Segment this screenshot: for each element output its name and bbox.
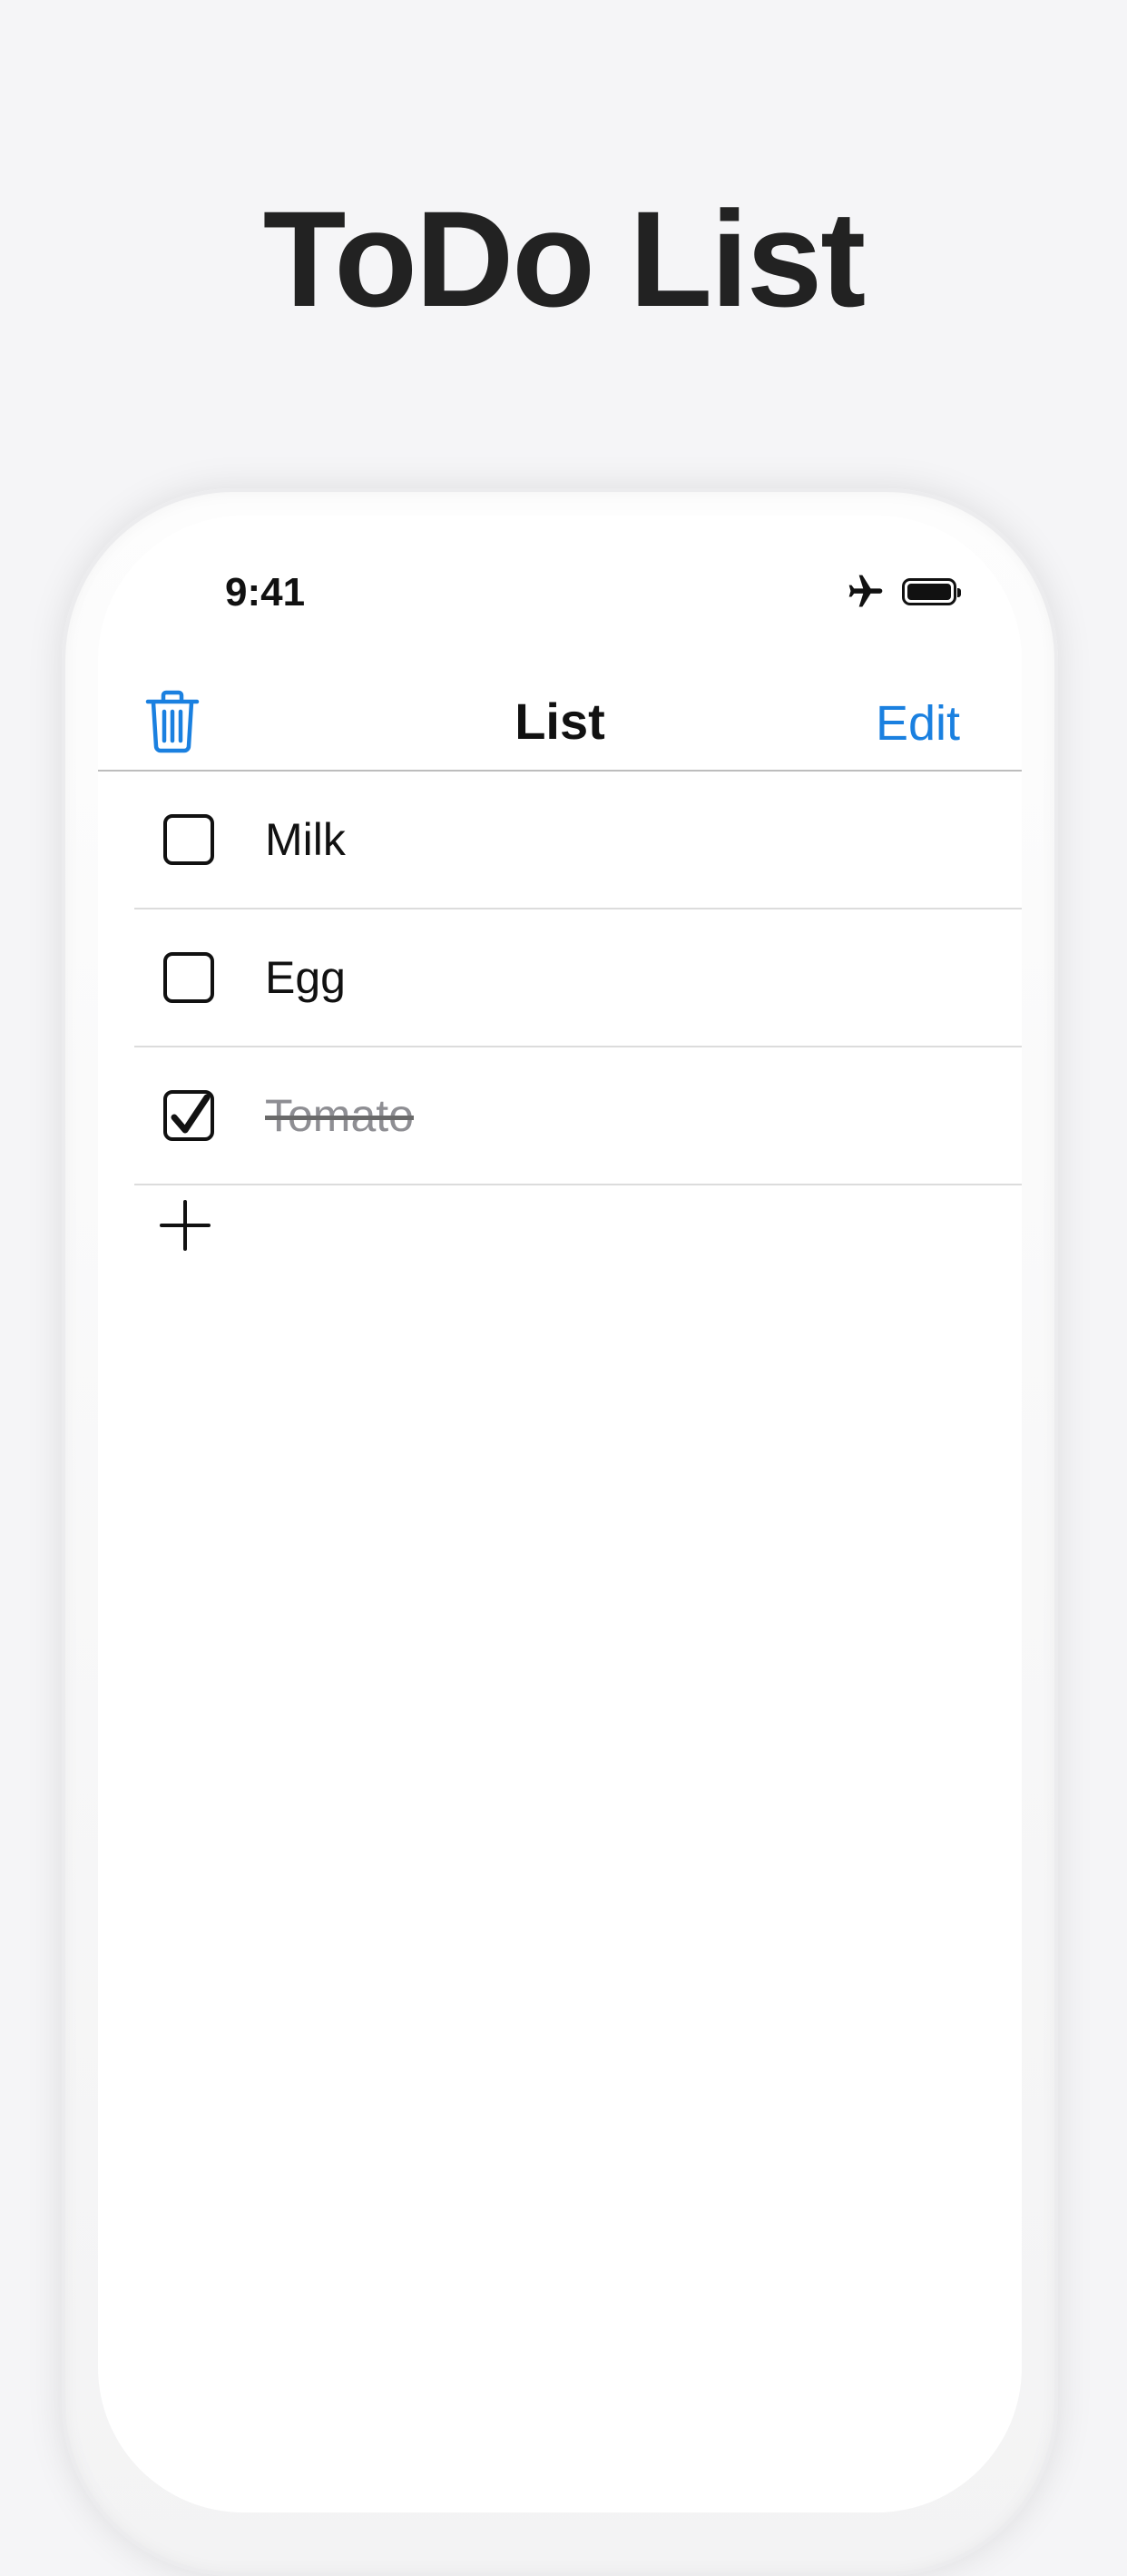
battery-icon bbox=[902, 578, 961, 605]
checkbox-unchecked[interactable] bbox=[163, 952, 214, 1003]
phone-screen: 9:41 List Edit Milk Egg Tomato bbox=[98, 516, 1022, 2512]
trash-icon[interactable] bbox=[143, 690, 201, 753]
checkbox-checked[interactable] bbox=[163, 1090, 214, 1141]
list-item[interactable]: Tomato bbox=[134, 1047, 1022, 1185]
item-label: Egg bbox=[265, 952, 346, 1003]
todo-list: Milk Egg Tomato bbox=[134, 772, 1022, 1185]
item-label: Tomato bbox=[265, 1090, 414, 1141]
edit-button[interactable]: Edit bbox=[876, 695, 960, 752]
status-icons bbox=[846, 572, 961, 612]
checkmark-icon bbox=[171, 1094, 211, 1134]
item-label: Milk bbox=[265, 814, 346, 865]
plus-icon[interactable] bbox=[152, 1193, 218, 1258]
airplane-icon bbox=[846, 572, 886, 612]
checkbox-unchecked[interactable] bbox=[163, 814, 214, 865]
navigation-bar: List Edit bbox=[98, 670, 1022, 772]
promo-title: ToDo List bbox=[262, 182, 866, 335]
status-time: 9:41 bbox=[225, 570, 306, 615]
list-item[interactable]: Milk bbox=[134, 772, 1022, 909]
list-item[interactable]: Egg bbox=[134, 909, 1022, 1047]
